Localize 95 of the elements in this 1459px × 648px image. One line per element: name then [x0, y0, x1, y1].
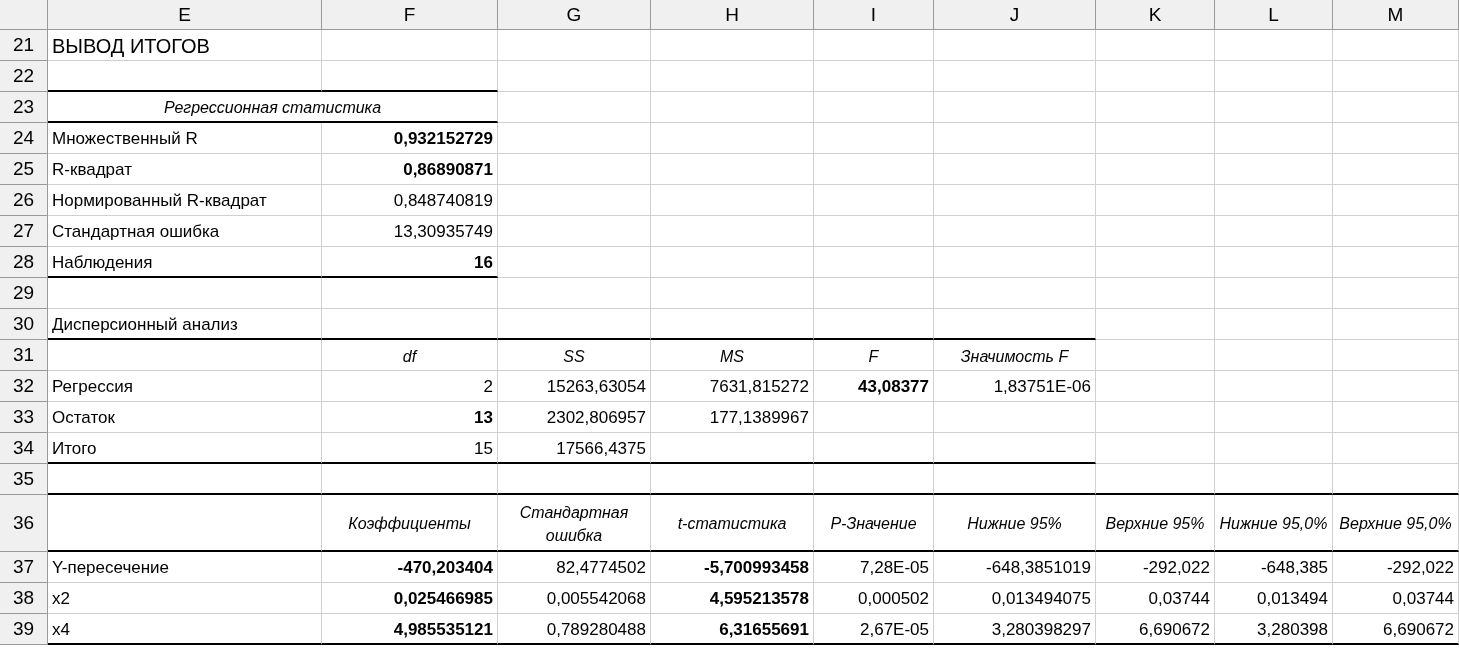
table-cell: 2,67E-05 [814, 614, 934, 645]
table-cell: 6,690672 [1333, 614, 1459, 645]
table-cell: 3,280398 [1215, 614, 1333, 645]
table-cell: Стандартная ошибка [48, 216, 322, 247]
table-cell: -470,203404 [322, 552, 498, 583]
table-cell: MS [651, 340, 814, 371]
row-header[interactable]: 36 [0, 495, 48, 552]
table-cell: Верхние 95,0% [1333, 495, 1459, 552]
table-cell: Регрессия [48, 371, 322, 402]
column-header[interactable]: K [1096, 0, 1215, 30]
column-header[interactable]: M [1333, 0, 1459, 30]
column-header[interactable]: F [322, 0, 498, 30]
table-cell: 43,08377 [814, 371, 934, 402]
row-header[interactable]: 33 [0, 402, 48, 433]
table-cell: 0,932152729 [322, 123, 498, 154]
table-cell: 0,013494 [1215, 583, 1333, 614]
column-header[interactable]: H [651, 0, 814, 30]
table-cell: Регрессионная статистика [48, 92, 498, 123]
table-cell: P-Значение [814, 495, 934, 552]
row-header[interactable]: 25 [0, 154, 48, 185]
table-cell: 6,31655691 [651, 614, 814, 645]
table-cell: 177,1389967 [651, 402, 814, 433]
table-cell: t-статистика [651, 495, 814, 552]
row-header[interactable]: 35 [0, 464, 48, 495]
table-cell: 17566,4375 [498, 433, 651, 464]
table-cell: -292,022 [1333, 552, 1459, 583]
table-cell: Нижние 95% [934, 495, 1096, 552]
table-cell: 0,03744 [1333, 583, 1459, 614]
table-cell: F [814, 340, 934, 371]
column-header[interactable]: G [498, 0, 651, 30]
row-header[interactable]: 34 [0, 433, 48, 464]
corner-cell[interactable] [0, 0, 48, 30]
table-cell: Наблюдения [48, 247, 322, 278]
table-cell: 15263,63054 [498, 371, 651, 402]
row-header[interactable]: 23 [0, 92, 48, 123]
row-header[interactable]: 30 [0, 309, 48, 340]
table-cell: x2 [48, 583, 322, 614]
table-cell: 2 [322, 371, 498, 402]
table-cell: 82,4774502 [498, 552, 651, 583]
table-cell: -292,022 [1096, 552, 1215, 583]
table-cell: Стандартная ошибка [498, 495, 651, 552]
column-header[interactable]: E [48, 0, 322, 30]
table-cell: df [322, 340, 498, 371]
table-cell: Дисперсионный анализ [48, 309, 322, 340]
row-header[interactable]: 27 [0, 216, 48, 247]
row-header[interactable]: 22 [0, 61, 48, 92]
table-cell: Нормированный R-квадрат [48, 185, 322, 216]
table-cell: 0,03744 [1096, 583, 1215, 614]
table-cell: R-квадрат [48, 154, 322, 185]
row-header[interactable]: 21 [0, 30, 48, 61]
table-cell: ВЫВОД ИТОГОВ [48, 30, 322, 61]
table-cell: x4 [48, 614, 322, 645]
table-cell: 7631,815272 [651, 371, 814, 402]
table-cell: 2302,806957 [498, 402, 651, 433]
table-cell: 1,83751E-06 [934, 371, 1096, 402]
table-cell: Верхние 95% [1096, 495, 1215, 552]
table-cell: 0,005542068 [498, 583, 651, 614]
table-cell: 13 [322, 402, 498, 433]
table-cell: Значимость F [934, 340, 1096, 371]
table-cell: 16 [322, 247, 498, 278]
table-cell: 0,848740819 [322, 185, 498, 216]
row-header[interactable]: 29 [0, 278, 48, 309]
row-header[interactable]: 24 [0, 123, 48, 154]
table-cell: 0,013494075 [934, 583, 1096, 614]
table-cell: Множественный R [48, 123, 322, 154]
row-header[interactable]: 26 [0, 185, 48, 216]
table-cell: 13,30935749 [322, 216, 498, 247]
table-cell: 0,789280488 [498, 614, 651, 645]
table-cell: 0,025466985 [322, 583, 498, 614]
table-cell: 0,86890871 [322, 154, 498, 185]
row-header[interactable]: 39 [0, 614, 48, 645]
column-header[interactable]: L [1215, 0, 1333, 30]
table-cell: SS [498, 340, 651, 371]
column-header[interactable]: J [934, 0, 1096, 30]
row-header[interactable]: 38 [0, 583, 48, 614]
table-cell: Y-пересечение [48, 552, 322, 583]
column-header[interactable]: I [814, 0, 934, 30]
row-header[interactable]: 37 [0, 552, 48, 583]
table-cell: 3,280398297 [934, 614, 1096, 645]
table-cell: Итого [48, 433, 322, 464]
table-cell: 4,595213578 [651, 583, 814, 614]
table-cell: 6,690672 [1096, 614, 1215, 645]
table-cell: 7,28E-05 [814, 552, 934, 583]
table-cell: -648,385 [1215, 552, 1333, 583]
table-cell: 15 [322, 433, 498, 464]
row-header[interactable]: 32 [0, 371, 48, 402]
table-cell: -648,3851019 [934, 552, 1096, 583]
table-cell: Коэффициенты [322, 495, 498, 552]
table-cell: 4,985535121 [322, 614, 498, 645]
row-header[interactable]: 28 [0, 247, 48, 278]
table-cell: Нижние 95,0% [1215, 495, 1333, 552]
table-cell: Остаток [48, 402, 322, 433]
table-cell: 0,000502 [814, 583, 934, 614]
row-header[interactable]: 31 [0, 340, 48, 371]
table-cell: -5,700993458 [651, 552, 814, 583]
